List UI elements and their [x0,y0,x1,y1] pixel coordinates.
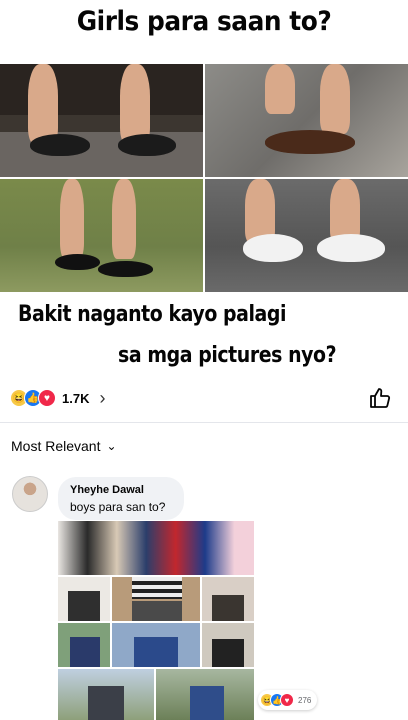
comments-sort-dropdown[interactable]: Most Relevant ⌄ [11,438,117,454]
avatar[interactable] [12,476,48,512]
collage-tile [156,669,254,720]
photo-flats-black [0,179,203,292]
comment-bubble[interactable]: Yheyhe Dawal boys para san to? [58,477,184,520]
love-icon: ♥ [38,389,56,407]
collage-tile [202,577,254,621]
divider [0,422,408,423]
collage-tile [58,521,254,575]
chevron-down-icon: ⌄ [106,439,117,453]
collage-tile [58,577,110,621]
post-reactions-summary[interactable]: 😆 👍 ♥ 1.7K › [10,388,105,408]
collage-tile [202,623,254,667]
comment-text: boys para san to? [70,500,166,514]
collage-tile [112,623,200,667]
collage-tile [58,669,154,720]
meme-caption-line2: sa mga pictures nyo? [118,343,337,368]
love-icon: ♥ [280,693,294,707]
reaction-count: 1.7K [62,390,90,406]
chevron-right-icon[interactable]: › [99,388,105,409]
photo-sneakers-white [205,179,408,292]
thumbs-up-icon[interactable] [368,386,392,410]
meme-photo-grid[interactable] [0,64,408,294]
sort-label: Most Relevant [11,438,101,454]
comment-reactions[interactable]: 😆 👍 ♥ 276 [258,690,318,710]
meme-caption-line1: Bakit naganto kayo palagi [18,302,287,327]
comment-reaction-count: 276 [298,695,312,705]
collage-tile [112,577,200,621]
photo-flipflops-black [0,64,203,177]
collage-tile [58,623,110,667]
comment-author[interactable]: Yheyhe Dawal [70,484,172,496]
photo-flipflops-brown [205,64,408,177]
comment-image-collage[interactable] [58,521,254,720]
meme-title: Girls para saan to? [76,6,332,37]
